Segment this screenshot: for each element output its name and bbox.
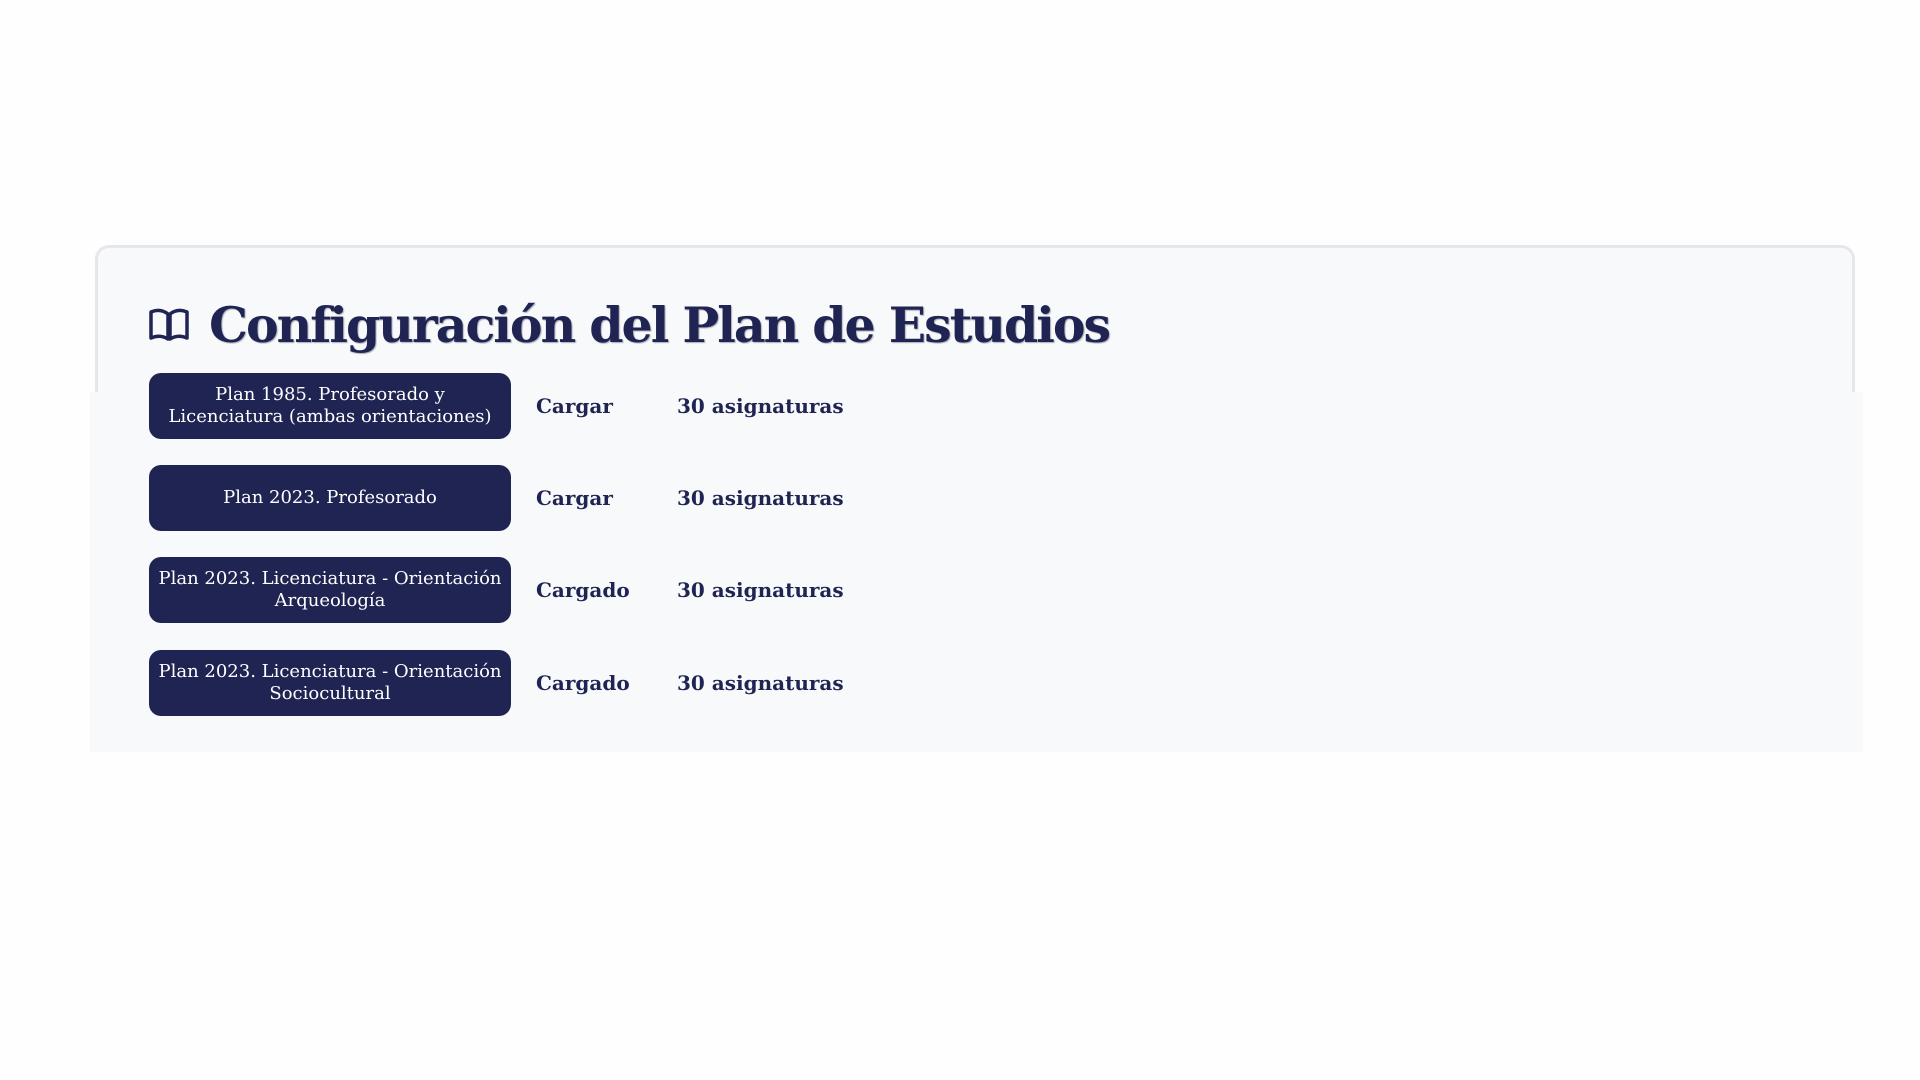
book-open-icon	[149, 308, 189, 341]
plan-1985-button[interactable]: Plan 1985. Profesorado y Licenciatura (a…	[149, 373, 511, 439]
plan-row-2023-arqueologia: Plan 2023. Licenciatura - Orientación Ar…	[149, 557, 844, 623]
plan-2023-sociocultural-status: Cargado	[536, 671, 630, 695]
page-title: Configuración del Plan de Estudios	[209, 296, 1111, 354]
plan-1985-status: Cargar	[536, 394, 613, 418]
plan-row-2023-sociocultural: Plan 2023. Licenciatura - Orientación So…	[149, 650, 844, 716]
plan-1985-count: 30 asignaturas	[677, 394, 844, 418]
plan-2023-profesorado-status: Cargar	[536, 486, 613, 510]
card-header: Configuración del Plan de Estudios	[147, 290, 1111, 360]
plan-2023-sociocultural-count: 30 asignaturas	[677, 671, 844, 695]
plan-2023-arqueologia-button[interactable]: Plan 2023. Licenciatura - Orientación Ar…	[149, 557, 511, 623]
plan-2023-arqueologia-status: Cargado	[536, 578, 630, 602]
plan-2023-profesorado-count: 30 asignaturas	[677, 486, 844, 510]
plan-2023-profesorado-button[interactable]: Plan 2023. Profesorado	[149, 465, 511, 531]
plan-2023-arqueologia-count: 30 asignaturas	[677, 578, 844, 602]
plan-row-1985: Plan 1985. Profesorado y Licenciatura (a…	[149, 373, 844, 439]
plan-row-2023-profesorado: Plan 2023. Profesorado Cargar 30 asignat…	[149, 465, 844, 531]
plan-2023-sociocultural-button[interactable]: Plan 2023. Licenciatura - Orientación So…	[149, 650, 511, 716]
